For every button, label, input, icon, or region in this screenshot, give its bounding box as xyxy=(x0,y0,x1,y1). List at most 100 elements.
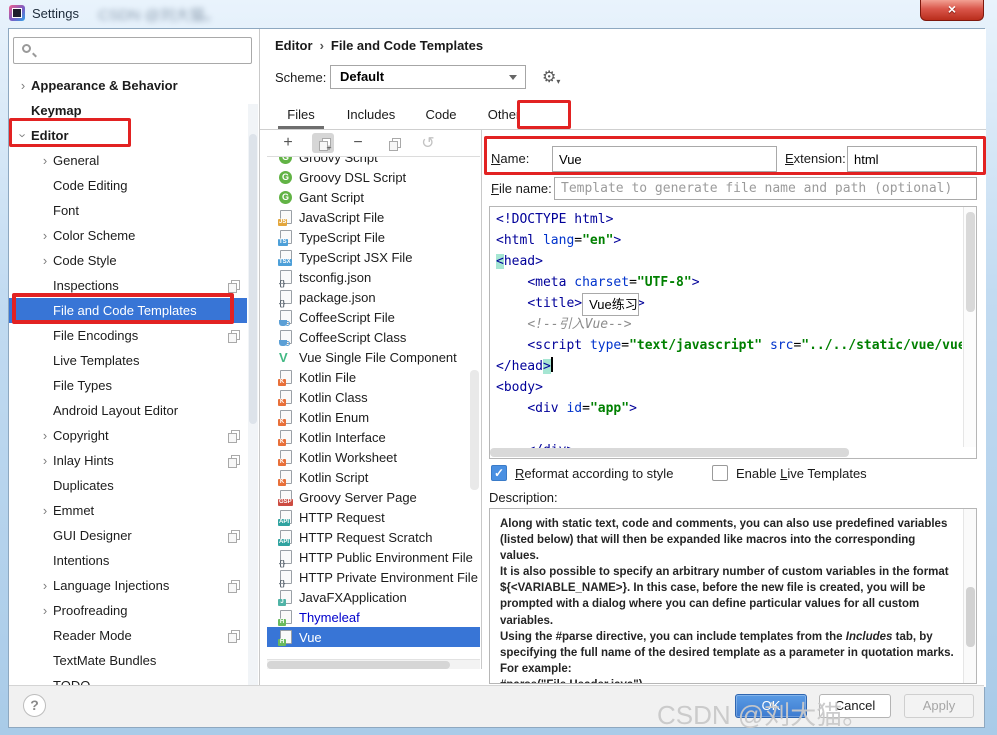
search-input[interactable] xyxy=(38,40,246,61)
chevron-icon[interactable]: › xyxy=(37,423,53,448)
template-item-kotlin-class[interactable]: KKotlin Class xyxy=(267,387,480,407)
template-item-kotlin-file[interactable]: K Kotlin File xyxy=(267,367,480,387)
editor-vscrollbar[interactable] xyxy=(963,207,976,447)
kotlin-file-file-icon: K xyxy=(279,370,293,385)
template-item-kotlin-enum[interactable]: KKotlin Enum xyxy=(267,407,480,427)
http-request-file-icon: API xyxy=(279,510,293,525)
settings-search[interactable] xyxy=(13,37,252,64)
scheme-dropdown[interactable]: Default xyxy=(330,65,526,89)
add-button[interactable]: + xyxy=(277,133,299,153)
chevron-icon[interactable]: › xyxy=(37,598,53,623)
tab-includes[interactable]: Includes xyxy=(334,101,408,129)
sidebar-item-inlay-hints[interactable]: ›Inlay Hints xyxy=(9,448,247,473)
chevron-icon[interactable]: › xyxy=(15,73,31,98)
sidebar-item-file-types[interactable]: File Types xyxy=(9,373,247,398)
template-item-coffeescript-file[interactable]: CoffeeScript File xyxy=(267,307,480,327)
sidebar-item-reader-mode[interactable]: Reader Mode xyxy=(9,623,247,648)
remove-button[interactable]: − xyxy=(347,133,369,153)
template-item-http-request[interactable]: APIHTTP Request xyxy=(267,507,480,527)
sidebar-item-editor[interactable]: ›Editor xyxy=(9,123,247,148)
sidebar-item-appearance-behavior[interactable]: ›Appearance & Behavior xyxy=(9,73,247,98)
template-item-groovy-server-page[interactable]: GSPGroovy Server Page xyxy=(267,487,480,507)
kotlin-worksheet-file-icon: K xyxy=(279,450,293,465)
tab-code[interactable]: Code xyxy=(412,101,470,129)
window-title: Settings xyxy=(32,6,79,21)
template-item-groovy-dsl-script[interactable]: GGroovy DSL Script xyxy=(267,167,480,187)
sidebar-item-general[interactable]: ›General xyxy=(9,148,247,173)
template-item-http-public-environment-file[interactable]: {}HTTP Public Environment File xyxy=(267,547,480,567)
template-item-gant-script[interactable]: GGant Script xyxy=(267,187,480,207)
template-code-editor[interactable]: <!DOCTYPE html><html lang="en"><head> <m… xyxy=(489,206,977,459)
template-item-http-request-scratch[interactable]: APIHTTP Request Scratch xyxy=(267,527,480,547)
sidebar-item-android-layout-editor[interactable]: Android Layout Editor xyxy=(9,398,247,423)
sidebar-item-color-scheme[interactable]: ›Color Scheme xyxy=(9,223,247,248)
chevron-icon[interactable]: › xyxy=(37,223,53,248)
app-icon xyxy=(9,5,25,21)
sidebar-item-copyright[interactable]: ›Copyright xyxy=(9,423,247,448)
cancel-button[interactable]: Cancel xyxy=(819,694,891,718)
filename-input[interactable] xyxy=(554,177,977,200)
tab-other[interactable]: Other xyxy=(474,101,534,129)
template-item-javascript-file[interactable]: JSJavaScript File xyxy=(267,207,480,227)
ok-button[interactable]: OK xyxy=(735,694,807,718)
copy-template-button[interactable]: + xyxy=(312,133,334,153)
template-item-vue[interactable]: HVue xyxy=(267,627,480,647)
watermark-top: CSDN @刘大猫。 xyxy=(98,4,220,25)
sidebar-item-language-injections[interactable]: ›Language Injections xyxy=(9,573,247,598)
sidebar-scrollbar[interactable] xyxy=(248,104,258,687)
extension-input[interactable] xyxy=(847,146,977,172)
live-templates-checkbox[interactable] xyxy=(712,465,728,481)
sidebar-item-proofreading[interactable]: ›Proofreading xyxy=(9,598,247,623)
template-item-kotlin-interface[interactable]: KKotlin Interface xyxy=(267,427,480,447)
sidebar-item-inspections[interactable]: Inspections xyxy=(9,273,247,298)
revert-button[interactable]: ↺ xyxy=(417,133,439,153)
template-item-package-json[interactable]: {}package.json xyxy=(267,287,480,307)
sidebar-item-label: Keymap xyxy=(31,103,82,118)
sidebar-item-code-editing[interactable]: Code Editing xyxy=(9,173,247,198)
chevron-icon[interactable]: › xyxy=(37,498,53,523)
reformat-checkbox[interactable]: ✓ xyxy=(491,465,507,481)
template-item-thymeleaf[interactable]: HThymeleaf xyxy=(267,607,480,627)
template-item-coffeescript-class[interactable]: CoffeeScript Class xyxy=(267,327,480,347)
template-list-vscrollbar[interactable] xyxy=(470,370,479,490)
sidebar-item-live-templates[interactable]: Live Templates xyxy=(9,348,247,373)
sidebar-item-duplicates[interactable]: Duplicates xyxy=(9,473,247,498)
sidebar-item-emmet[interactable]: ›Emmet xyxy=(9,498,247,523)
sidebar-item-intentions[interactable]: Intentions xyxy=(9,548,247,573)
sidebar-item-font[interactable]: Font xyxy=(9,198,247,223)
chevron-icon[interactable]: › xyxy=(37,148,53,173)
template-item-groovy-script[interactable]: GGroovy Script xyxy=(267,157,480,167)
template-item-http-private-environment-file[interactable]: {}HTTP Private Environment File xyxy=(267,567,480,587)
sidebar-item-textmate-bundles[interactable]: TextMate Bundles xyxy=(9,648,247,673)
template-item-kotlin-worksheet[interactable]: KKotlin Worksheet xyxy=(267,447,480,467)
template-list-hscrollbar[interactable] xyxy=(267,659,480,669)
chevron-icon[interactable]: › xyxy=(37,573,53,598)
chevron-icon[interactable]: › xyxy=(37,248,53,273)
sidebar-item-code-style[interactable]: ›Code Style xyxy=(9,248,247,273)
breadcrumb-page: File and Code Templates xyxy=(331,38,483,53)
template-item-kotlin-script[interactable]: KKotlin Script xyxy=(267,467,480,487)
help-button[interactable]: ? xyxy=(23,694,46,717)
template-item-typescript-file[interactable]: TSTypeScript File xyxy=(267,227,480,247)
template-item-label: Kotlin File xyxy=(299,370,356,385)
sidebar-item-file-and-code-templates[interactable]: File and Code Templates xyxy=(9,298,247,323)
editor-hscrollbar[interactable] xyxy=(490,447,963,458)
title-bar: Settings CSDN @刘大猫。 × xyxy=(0,0,997,28)
duplicate-button[interactable] xyxy=(382,133,404,153)
chevron-icon[interactable]: › xyxy=(37,448,53,473)
name-input[interactable] xyxy=(552,146,777,172)
template-item-vue-single-file-component[interactable]: VVue Single File Component xyxy=(267,347,480,367)
sidebar-item-keymap[interactable]: Keymap xyxy=(9,98,247,123)
sidebar-item-file-encodings[interactable]: File Encodings xyxy=(9,323,247,348)
gear-icon[interactable]: ⚙▾ xyxy=(542,67,560,87)
template-item-label: HTTP Public Environment File xyxy=(299,550,473,565)
template-toolbar: ++−↺ xyxy=(267,130,480,157)
tab-files[interactable]: Files xyxy=(272,101,330,129)
template-item-typescript-jsx-file[interactable]: TSXTypeScript JSX File xyxy=(267,247,480,267)
template-item-javafxapplication[interactable]: JJavaFXApplication xyxy=(267,587,480,607)
chevron-icon[interactable]: › xyxy=(11,128,36,144)
close-button[interactable]: × xyxy=(920,0,984,21)
template-item-tsconfig-json[interactable]: {}tsconfig.json xyxy=(267,267,480,287)
sidebar-item-gui-designer[interactable]: GUI Designer xyxy=(9,523,247,548)
description-scrollbar[interactable] xyxy=(963,509,976,683)
